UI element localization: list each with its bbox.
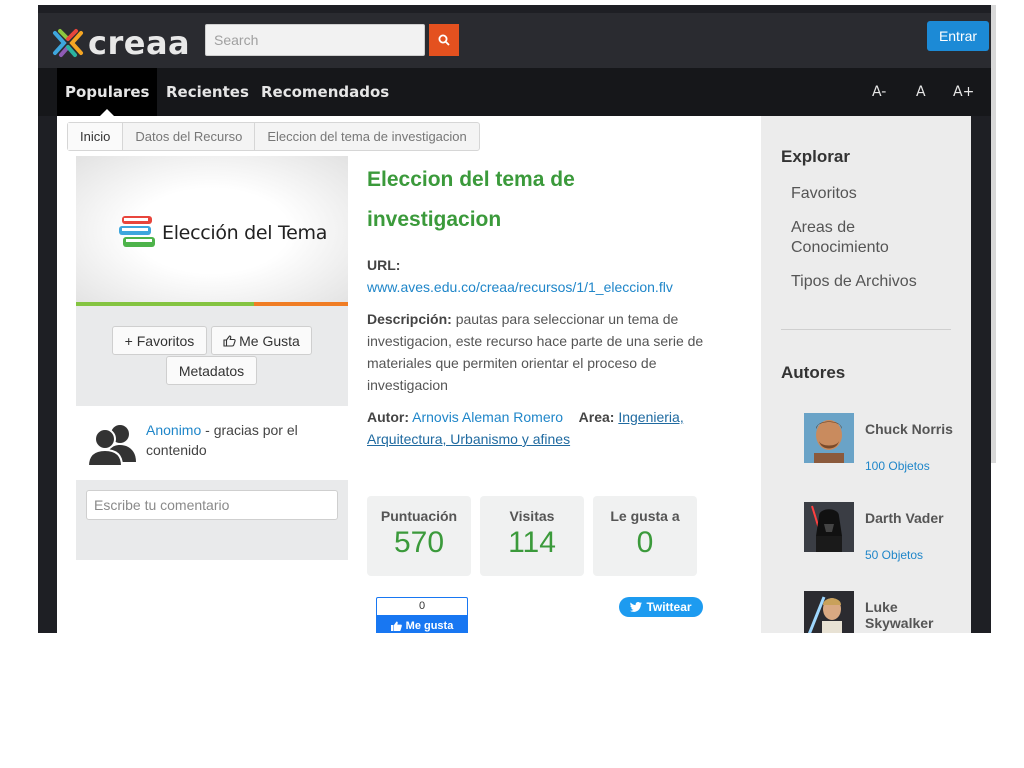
search-button[interactable] bbox=[429, 24, 459, 56]
tab-recomendados[interactable]: Recomendados bbox=[261, 68, 389, 116]
area-label: Area: bbox=[578, 409, 615, 425]
stat-likes-label: Le gusta a bbox=[610, 508, 680, 524]
logo[interactable]: creaa bbox=[52, 23, 190, 63]
page-scrollbar[interactable] bbox=[991, 5, 996, 463]
authors-heading: Autores bbox=[781, 363, 846, 382]
stats-row: Puntuación 570 Visitas 114 Le gusta a 0 bbox=[367, 496, 697, 576]
area-link-part1[interactable]: Ingenieria, bbox=[618, 409, 683, 425]
stat-score-value: 570 bbox=[393, 526, 445, 559]
like-label: Me Gusta bbox=[239, 332, 300, 349]
logo-text: creaa bbox=[88, 24, 191, 62]
sidebar-link-tipos[interactable]: Tipos de Archivos bbox=[791, 272, 941, 292]
font-increase-button[interactable]: A+ bbox=[953, 68, 974, 116]
breadcrumb-inicio[interactable]: Inicio bbox=[68, 123, 124, 150]
thumbs-up-icon bbox=[223, 334, 236, 347]
author-name[interactable]: Chuck Norris bbox=[865, 421, 960, 437]
comment-form bbox=[76, 480, 348, 560]
twitter-bird-icon bbox=[630, 602, 643, 612]
stat-likes: Le gusta a 0 bbox=[593, 496, 697, 576]
stat-score: Puntuación 570 bbox=[367, 496, 471, 576]
stat-visits-label: Visitas bbox=[509, 508, 555, 524]
sidebar-divider bbox=[781, 329, 951, 330]
tab-recientes[interactable]: Recientes bbox=[166, 68, 249, 116]
stat-likes-value: 0 bbox=[636, 526, 654, 559]
breadcrumb: Inicio Datos del Recurso Eleccion del te… bbox=[67, 122, 480, 151]
comment-input[interactable] bbox=[86, 490, 338, 520]
resource-title-line1: Eleccion del tema de bbox=[367, 168, 575, 191]
tab-populares[interactable]: Populares bbox=[57, 68, 158, 116]
resource-details: Eleccion del tema de investigacion URL: … bbox=[367, 160, 707, 450]
books-icon bbox=[119, 216, 155, 247]
main-nav: Populares Recientes Recomendados A- A A+ bbox=[38, 68, 991, 116]
resource-title-line2: investigacion bbox=[367, 208, 502, 231]
search-icon bbox=[438, 34, 450, 46]
author-name[interactable]: Darth Vader bbox=[865, 510, 960, 526]
author-object-count[interactable]: 100 Objetos bbox=[865, 459, 930, 473]
resource-url-link[interactable]: www.aves.edu.co/creaa/recursos/1/1_elecc… bbox=[367, 279, 673, 295]
description-block: Descripción: pautas para seleccionar un … bbox=[367, 308, 707, 396]
facebook-thumbs-up-icon bbox=[390, 621, 402, 631]
author-card[interactable]: Darth Vader 50 Objetos bbox=[804, 502, 964, 562]
author-avatar bbox=[804, 591, 854, 633]
comment-text: Anonimo - gracias por el contenido bbox=[146, 420, 336, 460]
area-link-part2[interactable]: Arquitectura, Urbanismo y afines bbox=[367, 431, 570, 447]
comment-item: Anonimo - gracias por el contenido bbox=[76, 406, 348, 480]
author-link[interactable]: Arnovis Aleman Romero bbox=[412, 409, 563, 425]
explore-heading: Explorar bbox=[781, 147, 850, 166]
resource-panel: Elección del Tema + Favoritos Me Gusta M… bbox=[76, 156, 348, 560]
sidebar-link-favoritos[interactable]: Favoritos bbox=[791, 184, 941, 204]
author-label: Autor: bbox=[367, 409, 409, 425]
author-object-count[interactable]: 50 Objetos bbox=[865, 548, 923, 562]
resource-actions: + Favoritos Me Gusta Metadatos bbox=[76, 306, 348, 406]
login-button[interactable]: Entrar bbox=[927, 21, 989, 51]
sidebar-link-areas[interactable]: Areas de Conocimiento bbox=[791, 218, 941, 258]
search-input[interactable] bbox=[205, 24, 425, 56]
sidebar: Explorar Favoritos Areas de Conocimiento… bbox=[761, 116, 971, 633]
font-decrease-button[interactable]: A- bbox=[872, 68, 886, 116]
author-area-block: Autor: Arnovis Aleman Romero Area: Ingen… bbox=[367, 406, 707, 450]
twitter-button[interactable]: Twittear bbox=[619, 597, 703, 617]
facebook-like-widget[interactable]: 0 Me gusta bbox=[376, 597, 468, 633]
main-content: Inicio Datos del Recurso Eleccion del te… bbox=[57, 116, 761, 633]
users-icon bbox=[86, 425, 136, 466]
like-button[interactable]: Me Gusta bbox=[211, 326, 312, 355]
stat-score-label: Puntuación bbox=[380, 508, 458, 524]
stat-visits-value: 114 bbox=[508, 526, 556, 559]
header: creaa Entrar bbox=[38, 13, 991, 68]
facebook-like-label: Me gusta bbox=[405, 620, 454, 632]
favorites-button[interactable]: + Favoritos bbox=[112, 326, 207, 355]
font-reset-button[interactable]: A bbox=[916, 68, 926, 116]
author-card[interactable]: Chuck Norris 100 Objetos bbox=[804, 413, 964, 473]
facebook-like-count: 0 bbox=[418, 600, 426, 612]
app-frame: creaa Entrar Populares Recientes Recomen… bbox=[38, 5, 991, 633]
metadata-button[interactable]: Metadatos bbox=[166, 356, 257, 385]
author-avatar bbox=[804, 413, 854, 463]
author-avatar bbox=[804, 502, 854, 552]
url-label: URL: bbox=[367, 257, 401, 273]
url-block: URL: www.aves.edu.co/creaa/recursos/1/1_… bbox=[367, 254, 707, 298]
thumbnail-title: Elección del Tema bbox=[162, 222, 328, 244]
twitter-label: Twittear bbox=[646, 600, 692, 614]
breadcrumb-datos-recurso[interactable]: Datos del Recurso bbox=[123, 123, 256, 150]
breadcrumb-current: Eleccion del tema de investigacion bbox=[267, 129, 467, 144]
resource-thumbnail[interactable]: Elección del Tema bbox=[76, 156, 348, 306]
facebook-like-button[interactable]: Me gusta bbox=[377, 615, 467, 633]
logo-x-icon bbox=[53, 29, 83, 57]
comment-author-link[interactable]: Anonimo bbox=[146, 422, 201, 438]
description-label: Descripción: bbox=[367, 311, 452, 327]
stat-visits: Visitas 114 bbox=[480, 496, 584, 576]
author-name[interactable]: Luke Skywalker bbox=[865, 599, 960, 631]
resource-title: Eleccion del tema de investigacion bbox=[367, 160, 707, 240]
author-card[interactable]: Luke Skywalker bbox=[804, 591, 964, 633]
